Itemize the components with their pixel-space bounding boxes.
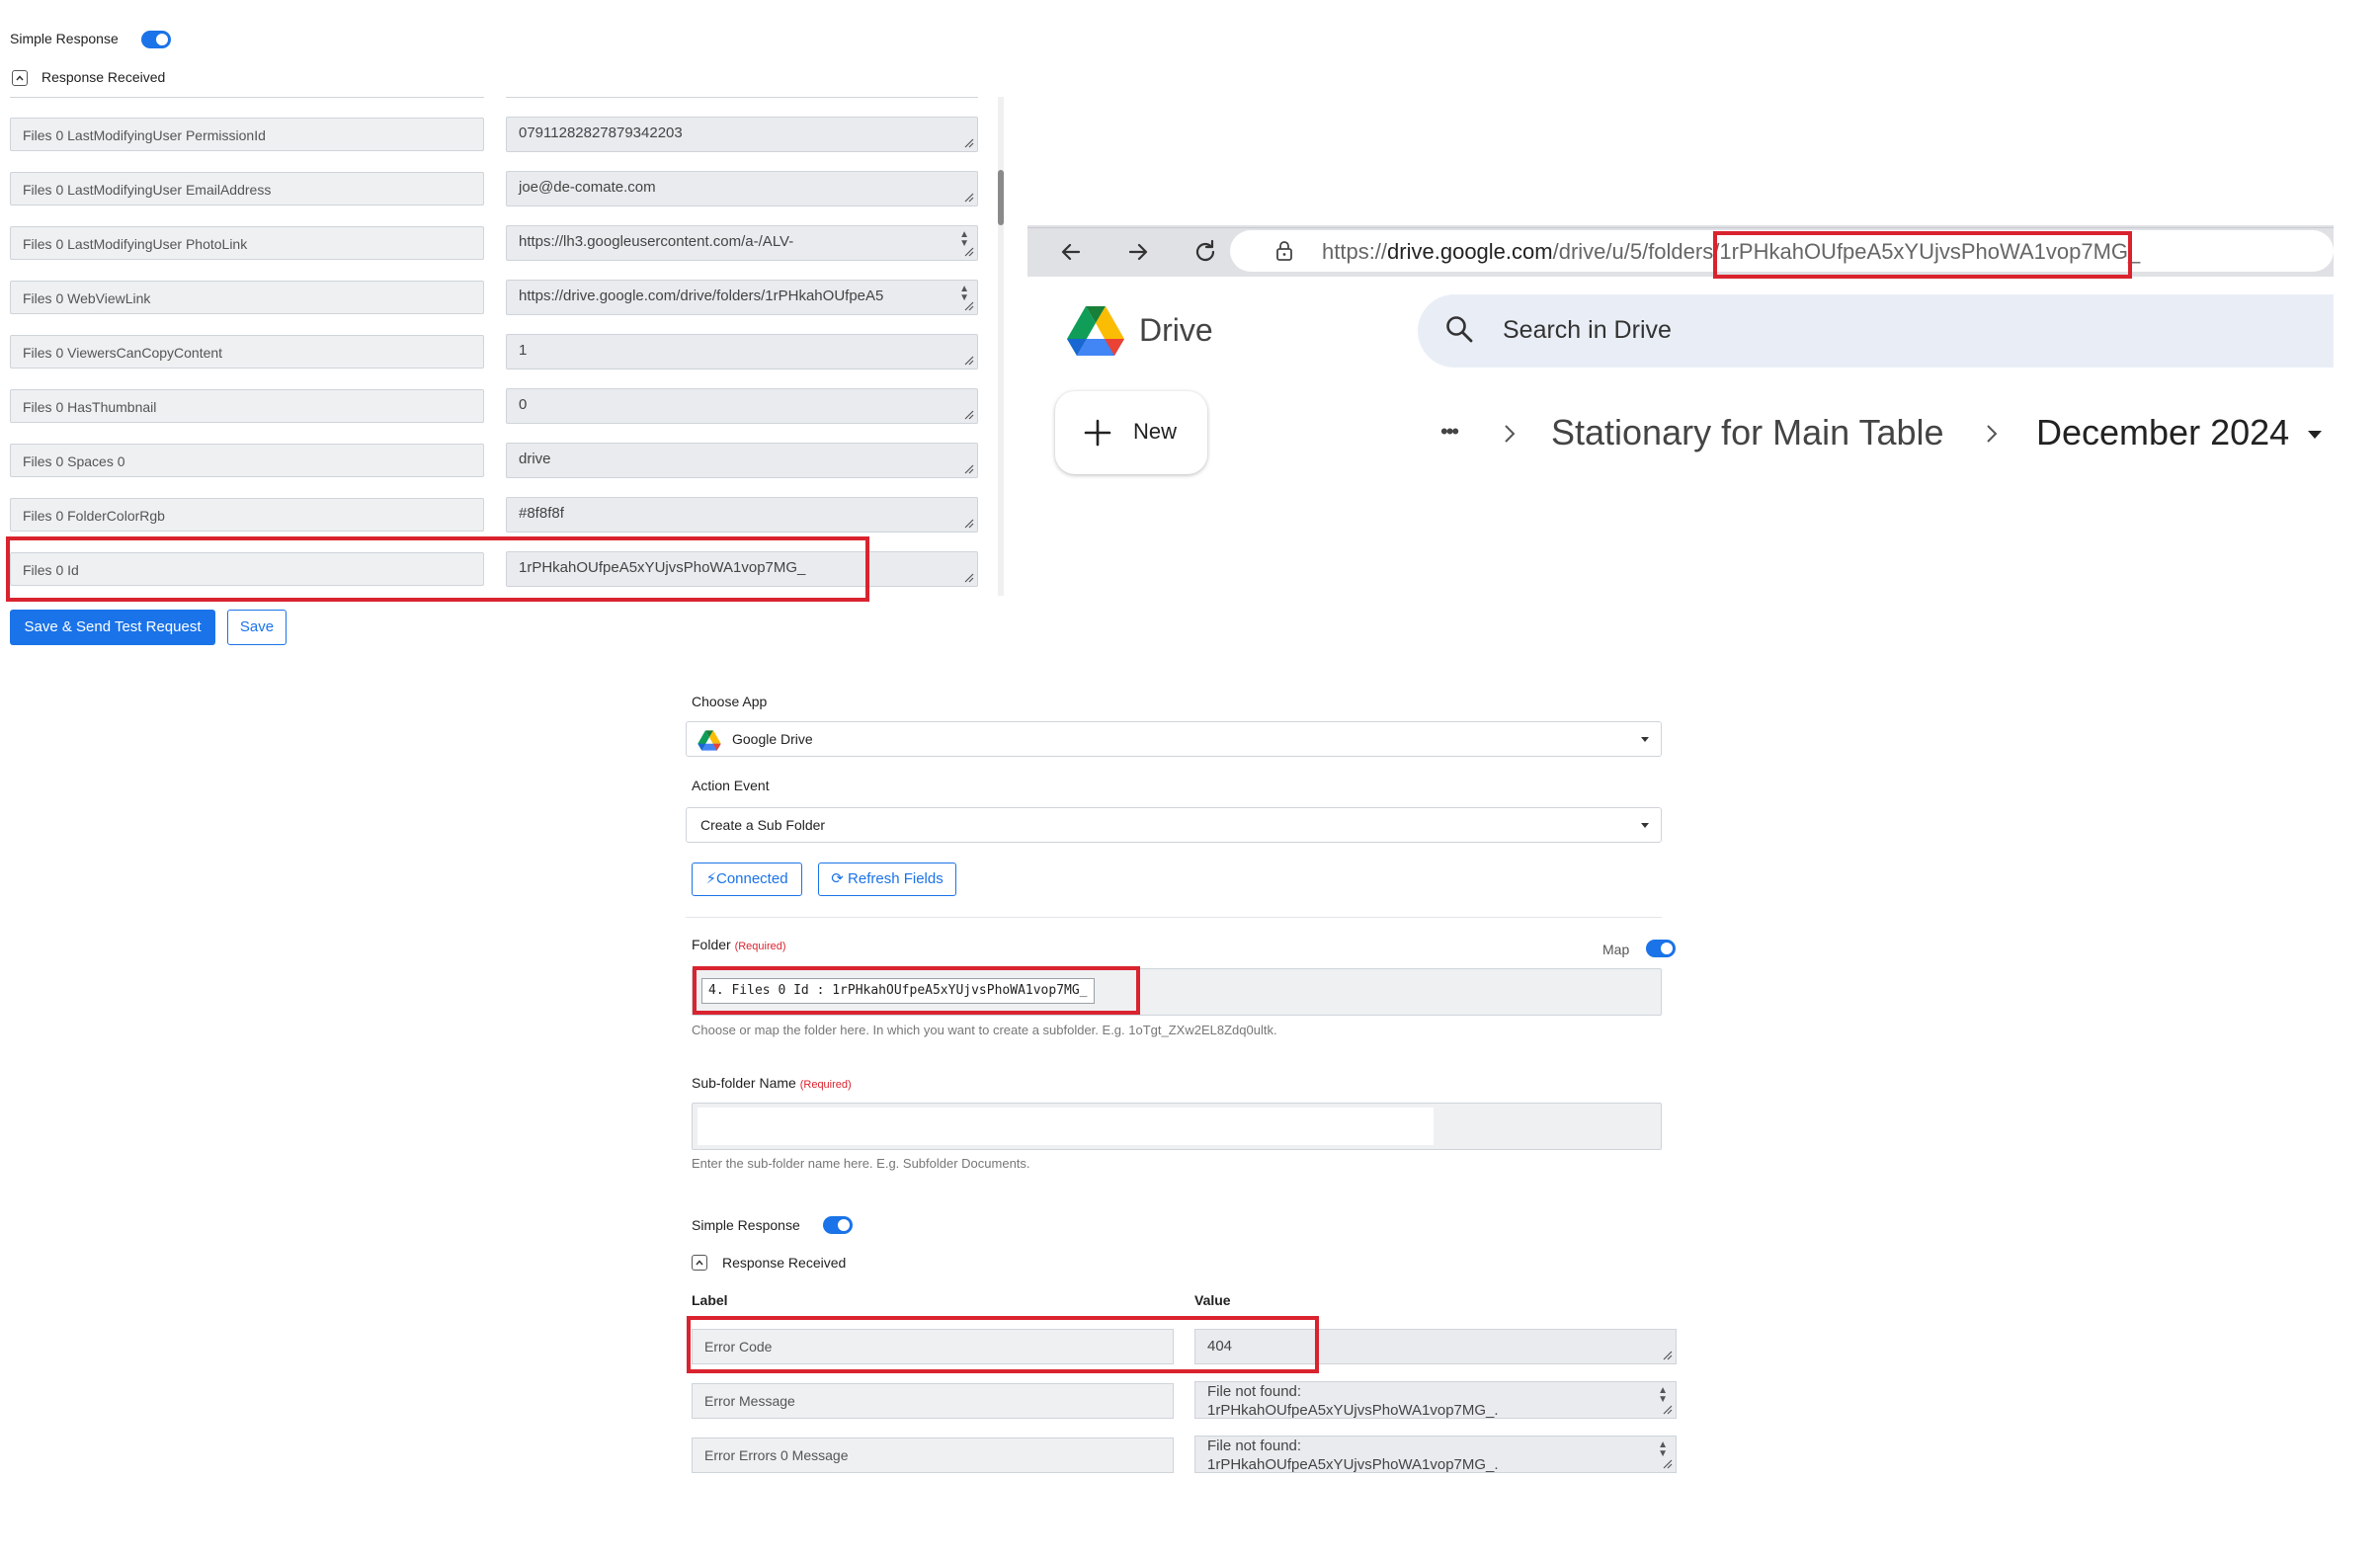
simple-response-toggle[interactable] [141, 31, 171, 48]
connected-button[interactable]: ⚡Connected [692, 863, 802, 896]
highlight-error-code [687, 1316, 1319, 1373]
response-row-label: Files 0 Spaces 0 [10, 444, 484, 477]
plus-icon [1084, 419, 1111, 447]
response-row-value[interactable]: 0 [506, 388, 978, 424]
save-button[interactable]: Save [227, 610, 287, 645]
response-row-label: Files 0 ViewersCanCopyContent [10, 335, 484, 369]
forward-arrow-icon[interactable] [1124, 238, 1152, 266]
panel-scrollbar-thumb[interactable] [998, 170, 1004, 225]
back-arrow-icon[interactable] [1057, 238, 1085, 266]
lock-icon[interactable] [1274, 240, 1294, 262]
response-row-value[interactable]: https://drive.google.com/drive/folders/1… [506, 280, 978, 315]
resize-handle-icon [1663, 1405, 1673, 1415]
subfolder-label: Sub-folder Name (Required) [692, 1075, 852, 1091]
scroll-arrows-icon: ▲ ▼ [1658, 1439, 1668, 1459]
value-column-header: Value [1194, 1292, 1231, 1308]
action-event-label: Action Event [692, 778, 770, 793]
simple-response-label: Simple Response [692, 1217, 800, 1233]
new-button[interactable] [1055, 391, 1207, 474]
folder-hint: Choose or map the folder here. In which … [692, 1023, 1277, 1037]
choose-app-select[interactable]: Google Drive [686, 721, 1662, 757]
resize-handle-icon [964, 464, 974, 474]
response-received-label: Response Received [41, 69, 166, 85]
select-caret-icon [1641, 823, 1649, 828]
resize-handle-icon [964, 573, 974, 583]
search-icon[interactable] [1443, 313, 1475, 345]
chevron-right-icon [1987, 425, 1998, 443]
google-drive-logo-icon [1067, 306, 1124, 356]
resize-handle-icon [964, 356, 974, 366]
response-row-label: Files 0 LastModifyingUser PhotoLink [10, 226, 484, 260]
subfolder-hint: Enter the sub-folder name here. E.g. Sub… [692, 1156, 1030, 1171]
response-row-label: Files 0 LastModifyingUser EmailAddress [10, 172, 484, 205]
response-received-label: Response Received [722, 1255, 847, 1271]
collapse-caret-icon[interactable] [12, 70, 28, 86]
scroll-arrows-icon: ▲ ▼ [1658, 1385, 1668, 1405]
choose-app-label: Choose App [692, 694, 768, 709]
resize-handle-icon [1663, 1351, 1673, 1360]
drive-app-name: Drive [1139, 312, 1213, 348]
subfolder-input[interactable] [692, 1103, 1662, 1150]
choose-app-value: Google Drive [732, 731, 813, 747]
new-button-label: New [1133, 419, 1178, 444]
save-send-test-button[interactable]: Save & Send Test Request [10, 610, 215, 645]
select-caret-icon [1641, 737, 1649, 742]
plug-icon: ⚡ [705, 870, 716, 887]
resize-handle-icon [964, 410, 974, 420]
resize-handle-icon [964, 247, 974, 257]
response-row-value[interactable]: File not found: 1rPHkahOUfpeA5xYUjvsPhoWA… [1194, 1436, 1677, 1473]
breadcrumb-parent-folder[interactable]: Stationary for Main Table [1551, 412, 1944, 453]
resize-handle-icon [964, 138, 974, 148]
response-row-label: Error Errors 0 Message [692, 1438, 1174, 1473]
response-row-value[interactable]: drive [506, 443, 978, 478]
response-row-value[interactable]: 1 [506, 334, 978, 370]
reload-icon[interactable] [1191, 238, 1219, 266]
resize-handle-icon [964, 301, 974, 311]
collapse-caret-icon[interactable] [692, 1255, 707, 1271]
action-event-select[interactable]: Create a Sub Folder [686, 807, 1662, 843]
highlight-url-id [1713, 231, 2132, 279]
scroll-arrows-icon: ▲ ▼ [959, 229, 969, 249]
chevron-right-icon [1505, 425, 1516, 443]
dropdown-arrow-icon[interactable] [2306, 429, 2324, 441]
google-drive-icon [698, 730, 721, 751]
response-row-value[interactable]: joe@de-comate.com [506, 171, 978, 206]
folder-label: Folder (Required) [692, 937, 786, 952]
resize-handle-icon [964, 519, 974, 529]
breadcrumb-current-folder[interactable]: December 2024 [2036, 412, 2289, 453]
breadcrumb-more-icon[interactable]: ••• [1440, 419, 1459, 445]
response-row-label: Error Message [692, 1383, 1174, 1419]
response-row-value[interactable]: 07911282827879342203 [506, 117, 978, 152]
response-row-value[interactable]: File not found: 1rPHkahOUfpeA5xYUjvsPhoWA… [1194, 1381, 1677, 1419]
response-row-value[interactable]: #8f8f8f [506, 497, 978, 533]
map-label: Map [1602, 942, 1630, 957]
scroll-arrows-icon: ▲ ▼ [959, 284, 969, 303]
response-row-label: Files 0 LastModifyingUser PermissionId [10, 118, 484, 151]
simple-response-toggle[interactable] [823, 1216, 853, 1234]
simple-response-label: Simple Response [10, 31, 119, 46]
response-row-label: Files 0 FolderColorRgb [10, 498, 484, 532]
action-event-value: Create a Sub Folder [700, 817, 826, 833]
refresh-fields-button[interactable]: ⟳ Refresh Fields [818, 863, 956, 896]
response-row-label: Files 0 WebViewLink [10, 281, 484, 314]
highlight-files-id [6, 536, 869, 602]
refresh-icon: ⟳ [831, 870, 844, 887]
map-toggle[interactable] [1646, 940, 1676, 957]
response-row-value[interactable]: https://lh3.googleusercontent.com/a-/ALV… [506, 225, 978, 261]
resize-handle-icon [964, 193, 974, 203]
label-column-header: Label [692, 1292, 728, 1308]
search-placeholder[interactable]: Search in Drive [1503, 316, 1672, 345]
response-row-label: Files 0 HasThumbnail [10, 389, 484, 423]
highlight-folder-token [693, 966, 1140, 1015]
resize-handle-icon [1663, 1459, 1673, 1469]
